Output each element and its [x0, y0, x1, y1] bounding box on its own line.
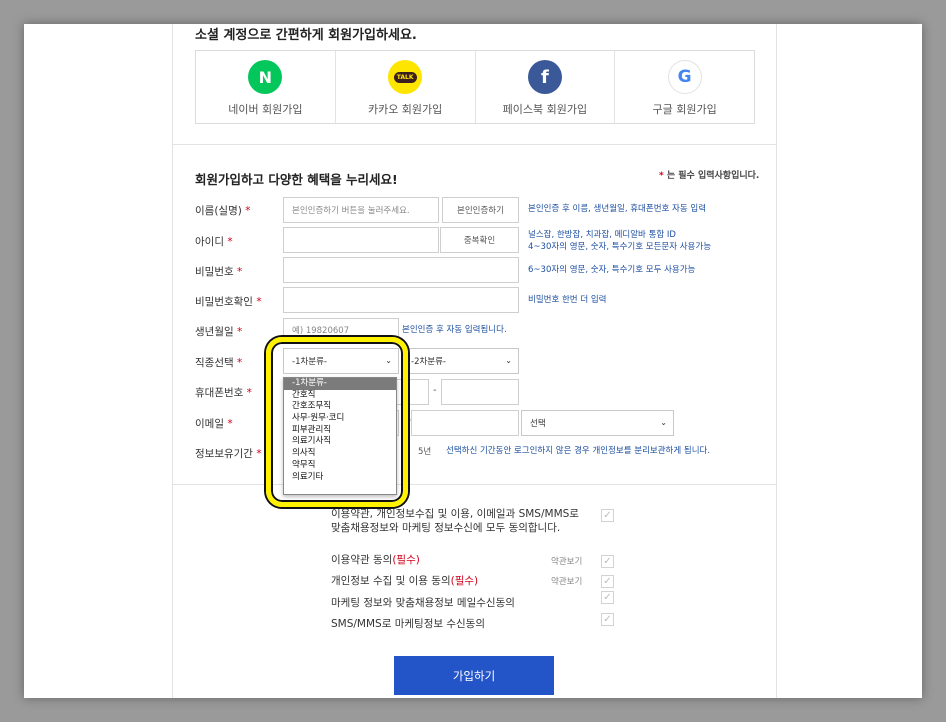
kakao-icon: TALK: [388, 60, 423, 94]
dropdown-option[interactable]: 사무·원무·코디: [284, 413, 396, 425]
password-label: 비밀번호 *: [195, 266, 243, 278]
browser-page: 소셜 계정으로 간편하게 회원가입하세요. N 네이버 회원가입 TALK 카카…: [24, 24, 922, 698]
password-confirm-label: 비밀번호확인 *: [195, 296, 262, 308]
dropdown-option[interactable]: 의사직: [284, 448, 396, 460]
birth-hint: 본인인증 후 자동 입력됩니다.: [402, 325, 507, 335]
email-domain-select[interactable]: 선택 ⌄: [521, 410, 674, 436]
required-note: * 는 필수 입력사항입니다.: [659, 171, 760, 181]
privacy-view-link[interactable]: 약관보기: [551, 575, 582, 587]
dropdown-option[interactable]: 의료기타: [284, 472, 396, 484]
phone-input-2[interactable]: [441, 379, 519, 405]
dropdown-option[interactable]: -1차분류-: [284, 378, 396, 390]
retention-value[interactable]: 5년: [418, 445, 431, 457]
agree-all-text: 이용약관, 개인정보수집 및 이용, 이메일과 SMS/MMS로 맞춤채용정보와…: [331, 508, 579, 534]
job-dropdown-list[interactable]: -1차분류- 간호직 간호조무직 사무·원무·코디 피부관리직 의료기사직 의사…: [283, 377, 397, 495]
id-input[interactable]: [283, 227, 439, 253]
agree-sms-checkbox[interactable]: ✓: [601, 613, 614, 626]
phone-label: 휴대폰번호 *: [195, 387, 252, 399]
agree-marketing-email-text: 마케팅 정보와 맞춤채용정보 메일수신동의: [331, 597, 515, 609]
social-title: 소셜 계정으로 간편하게 회원가입하세요.: [195, 28, 417, 43]
id-hint-1: 널스잡, 한방잡, 치과잡, 메디알바 통합 ID: [528, 230, 676, 240]
check-duplicate-button[interactable]: 중복확인: [440, 227, 519, 253]
agree-terms-text: 이용약관 동의(필수): [331, 554, 420, 566]
google-signup-button[interactable]: G 구글 회원가입: [615, 51, 754, 123]
signup-submit-button[interactable]: 가입하기: [394, 656, 554, 695]
retention-hint: 선택하신 기간동안 로그인하지 않은 경우 개인정보를 분리보관하게 됩니다.: [446, 446, 711, 456]
id-hint-2: 4~30자의 영문, 숫자, 특수기호 모든문자 사용가능: [528, 242, 712, 252]
password-confirm-input[interactable]: [283, 287, 519, 313]
dropdown-option[interactable]: 의료기사직: [284, 436, 396, 448]
agree-all-checkbox[interactable]: ✓: [601, 509, 614, 522]
password-hint: 6~30자의 영문, 숫자, 특수기호 모두 사용가능: [528, 265, 696, 275]
phone-dash: -: [433, 385, 437, 396]
social-signup-box: N 네이버 회원가입 TALK 카카오 회원가입 f 페이스북 회원가입 G 구…: [195, 50, 755, 124]
password-confirm-hint: 비밀번호 한번 더 입력: [528, 295, 607, 305]
form-title: 회원가입하고 다양한 혜택을 누리세요!: [195, 172, 398, 187]
naver-signup-label: 네이버 회원가입: [228, 103, 303, 116]
facebook-signup-label: 페이스북 회원가입: [502, 103, 588, 116]
facebook-signup-button[interactable]: f 페이스북 회원가입: [476, 51, 616, 123]
kakao-signup-button[interactable]: TALK 카카오 회원가입: [336, 51, 476, 123]
name-hint: 본인인증 후 이름, 생년월일, 휴대폰번호 자동 입력: [528, 204, 707, 214]
terms-view-link[interactable]: 약관보기: [551, 555, 582, 567]
agree-marketing-email-checkbox[interactable]: ✓: [601, 591, 614, 604]
facebook-icon: f: [527, 60, 562, 94]
verify-identity-button[interactable]: 본인인증하기: [442, 197, 519, 223]
job-label: 직종선택 *: [195, 357, 243, 369]
agree-terms-checkbox[interactable]: ✓: [601, 555, 614, 568]
chevron-down-icon: ⌄: [505, 356, 512, 366]
password-input[interactable]: [283, 257, 519, 283]
email-domain-input[interactable]: [411, 410, 519, 436]
dropdown-option[interactable]: 피부관리직: [284, 425, 396, 437]
divider: [173, 144, 776, 145]
agree-privacy-checkbox[interactable]: ✓: [601, 575, 614, 588]
retention-label: 정보보유기간 *: [195, 448, 262, 460]
signup-container: 소셜 계정으로 간편하게 회원가입하세요. N 네이버 회원가입 TALK 카카…: [172, 24, 777, 698]
email-label: 이메일 *: [195, 418, 233, 430]
chevron-down-icon: ⌄: [660, 418, 667, 428]
name-label: 이름(실명) *: [195, 205, 251, 217]
naver-signup-button[interactable]: N 네이버 회원가입: [196, 51, 336, 123]
birth-label: 생년월일 *: [195, 326, 243, 338]
google-icon: G: [667, 60, 702, 94]
dropdown-option[interactable]: 간호조무직: [284, 401, 396, 413]
google-signup-label: 구글 회원가입: [652, 103, 717, 116]
name-input[interactable]: 본인인증하기 버튼을 눌러주세요.: [283, 197, 439, 223]
dropdown-option[interactable]: 간호직: [284, 390, 396, 402]
naver-icon: N: [248, 60, 283, 94]
id-label: 아이디 *: [195, 236, 233, 248]
agree-sms-text: SMS/MMS로 마케팅정보 수신동의: [331, 618, 485, 630]
divider: [173, 484, 776, 485]
agree-privacy-text: 개인정보 수집 및 이용 동의(필수): [331, 575, 479, 587]
dropdown-option[interactable]: 약무직: [284, 460, 396, 472]
job-select-secondary[interactable]: -2차분류- ⌄: [402, 348, 519, 374]
kakao-signup-label: 카카오 회원가입: [367, 103, 443, 116]
